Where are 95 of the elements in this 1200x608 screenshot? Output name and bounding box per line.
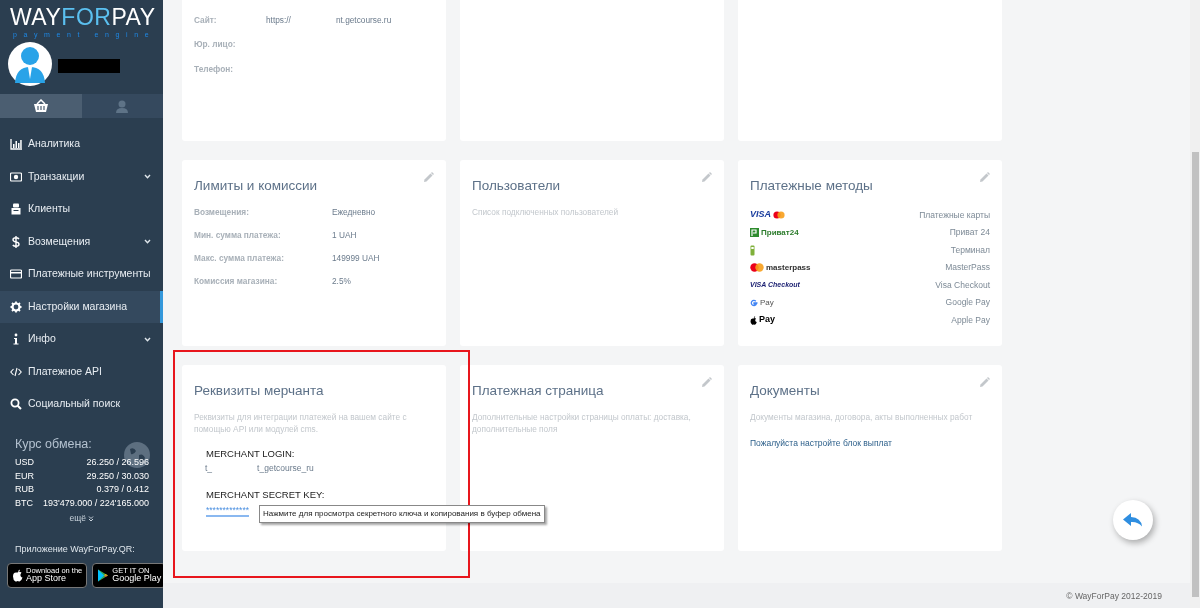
card-title: Реквизиты мерчанта [194, 382, 324, 400]
field-value: https:// [266, 14, 291, 27]
apple-icon [12, 568, 23, 582]
exchange-rate: 0.379 / 0.412 [96, 483, 149, 497]
sidebar-item[interactable]: Транзакции [0, 160, 163, 193]
field-label: Юр. лицо: [194, 38, 237, 51]
search-icon [10, 398, 22, 411]
sidebar-item[interactable]: Клиенты [0, 193, 163, 226]
currency-code: USD [15, 456, 34, 470]
login-value: t_ [205, 461, 213, 475]
back-button[interactable] [1113, 500, 1153, 540]
field-label: Мин. сумма платежа: [194, 229, 282, 242]
pencil-icon [701, 172, 712, 182]
chart-icon [10, 138, 22, 151]
sidebar-item[interactable]: Возмещения [0, 225, 163, 258]
field-value: nt.getcourse.ru [335, 14, 392, 27]
exchange-rate: 26.250 / 26.596 [86, 456, 149, 470]
secret-key-link[interactable]: ************* [206, 505, 249, 518]
double-chevron-icon [88, 516, 95, 522]
secret-label: MERCHANT SECRET KEY: [206, 488, 326, 503]
redaction-bar [58, 59, 120, 73]
login-label: MERCHANT LOGIN: [206, 447, 296, 462]
sidebar-item[interactable]: Платежное API [0, 355, 163, 388]
more-link[interactable]: ещё [69, 513, 95, 524]
play-icon [97, 568, 110, 582]
edit-button[interactable] [701, 377, 712, 387]
currency-code: EUR [15, 469, 34, 483]
banknote-icon [10, 170, 22, 183]
exchange-rate: 193'479.000 / 224'165.000 [42, 496, 149, 510]
dollar-icon [10, 235, 22, 248]
logo-text: masterpass [766, 261, 811, 274]
field-label: Сайт: [194, 14, 218, 27]
field-value: Ежедневно [332, 206, 376, 219]
field-label: Телефон: [194, 62, 235, 76]
edit-button[interactable] [423, 172, 434, 182]
mastercard-icon [773, 211, 785, 219]
briefcase-icon [10, 203, 22, 216]
method-label: Visa Checkout [935, 278, 990, 292]
currency-code: BTC [15, 496, 33, 510]
card-title: Лимиты и комиссии [194, 177, 318, 195]
reply-arrow-icon [1123, 513, 1143, 527]
method-label: Apple Pay [951, 313, 990, 327]
logo-text: VISA [750, 208, 771, 222]
field-label: Макс. сумма платежа: [194, 252, 285, 265]
card-title: Платежные методы [750, 177, 873, 195]
logo-text: Pay [759, 313, 775, 327]
pencil-icon [701, 377, 712, 387]
credit-card-icon [10, 268, 22, 281]
globe-icon [123, 440, 151, 469]
field-label: Комиссия магазина: [194, 275, 279, 288]
pencil-icon [979, 377, 990, 387]
card-title: Платежная страница [472, 382, 604, 400]
pencil-icon [979, 172, 990, 182]
terminal-icon [750, 244, 755, 256]
basket-icon [32, 99, 49, 113]
logo-text: Pay [760, 296, 774, 309]
privat-mark-icon [750, 228, 759, 237]
setup-link[interactable]: Пожалуйста настройте блок выплат [750, 437, 892, 450]
card-title: Пользователи [472, 177, 561, 195]
login-value: t_getcourse_ru [257, 461, 314, 475]
code-icon [10, 365, 22, 378]
copyright: © WayForPay 2012-2019 [1066, 590, 1162, 603]
logo-text: Приват24 [761, 226, 799, 239]
method-label: Приват 24 [949, 226, 990, 239]
apple-icon [750, 315, 757, 325]
method-label: Google Pay [945, 296, 990, 309]
sidebar-tab[interactable] [0, 94, 82, 118]
sidebar-item[interactable]: Платежные инструменты [0, 258, 163, 291]
google-icon [750, 298, 758, 307]
app-title: Приложение WayForPay.QR: [14, 543, 136, 556]
edit-button[interactable] [701, 172, 712, 182]
method-label: Терминал [950, 243, 990, 257]
logo-text: WAYFORPAY [10, 6, 157, 29]
sidebar-item[interactable]: Инфо [0, 323, 163, 356]
field-value: 149999 UAH [332, 252, 380, 265]
sidebar-item[interactable]: Социальный поиск [0, 388, 163, 421]
card-description: Список подключенных пользователей [472, 206, 620, 219]
edit-button[interactable] [979, 377, 990, 387]
method-label: Платежные карты [919, 208, 990, 222]
method-label: MasterPass [945, 261, 990, 274]
sidebar-item[interactable]: Настройки магазина [0, 290, 163, 323]
currency-code: RUB [15, 483, 34, 497]
user-icon [114, 99, 131, 113]
field-value: 1 UAH [332, 229, 357, 242]
exchange-rate: 29.250 / 30.030 [86, 469, 149, 483]
edit-button[interactable] [979, 172, 990, 182]
field-value: 2.5% [332, 275, 351, 288]
tooltip: Нажмите для просмотра секретного ключа и копирования в буфер обмена [259, 505, 545, 523]
settings-icon [10, 300, 22, 313]
pencil-icon [423, 172, 434, 182]
sidebar-item[interactable]: Аналитика [0, 128, 163, 161]
card-title: Документы [750, 382, 820, 400]
exchange-title: Курс обмена: [15, 435, 93, 453]
mastercard-icon [750, 263, 764, 272]
field-label: Возмещения: [194, 206, 250, 219]
